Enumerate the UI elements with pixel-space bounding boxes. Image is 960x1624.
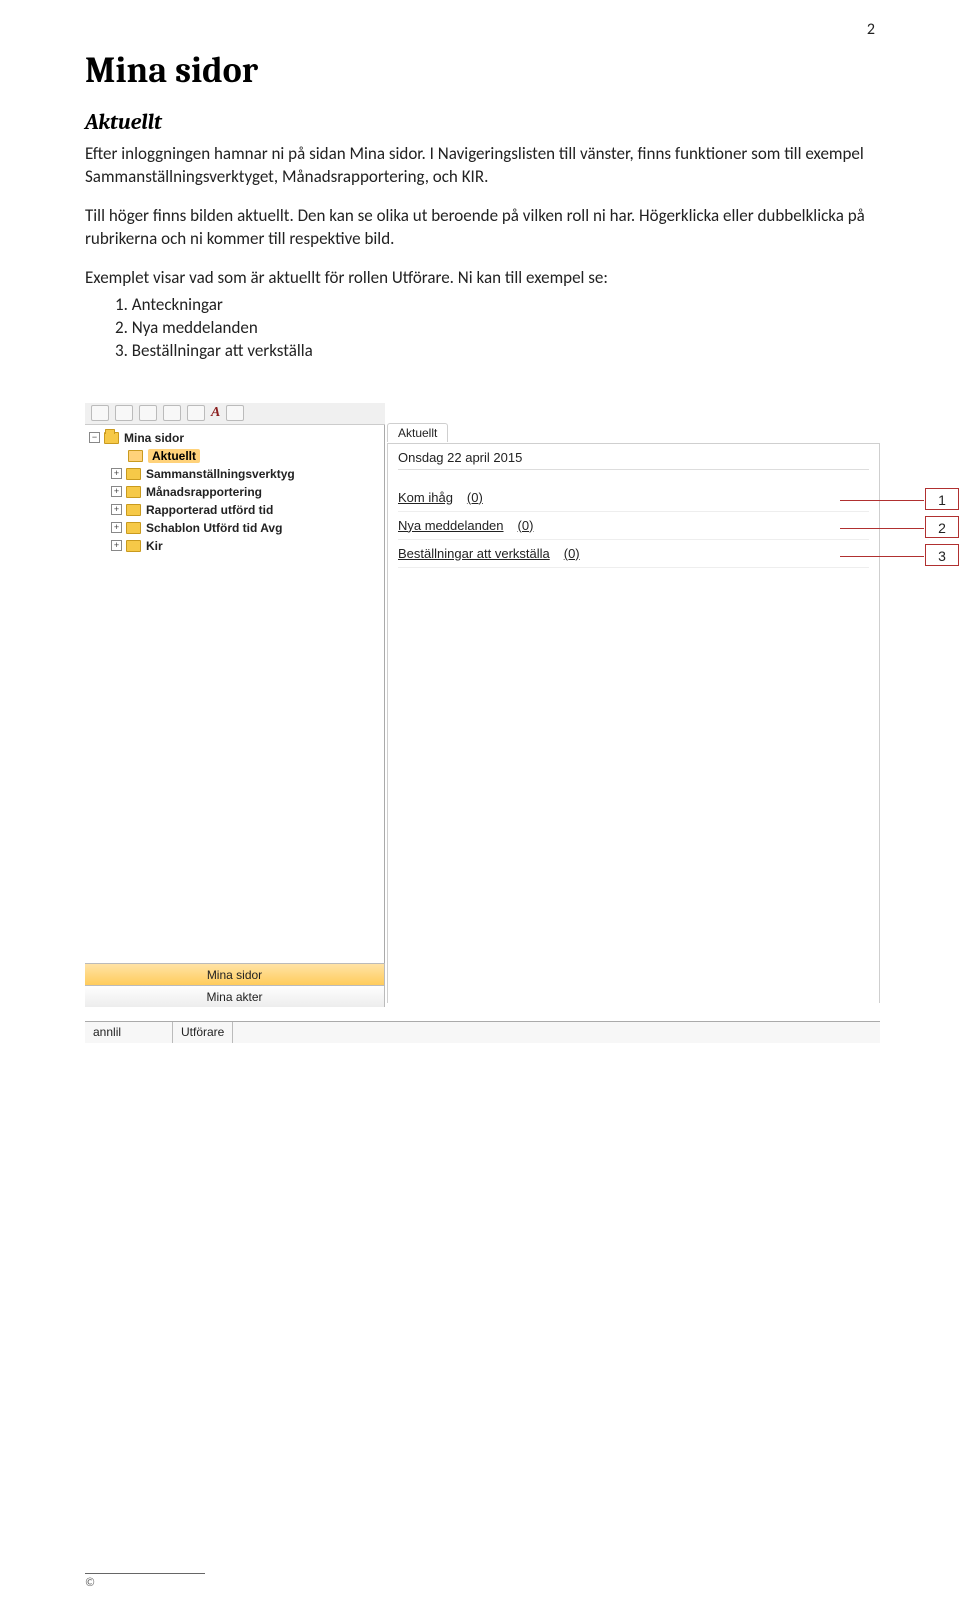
tree-item-manads[interactable]: + Månadsrapportering <box>87 483 382 501</box>
folder-icon <box>126 522 141 534</box>
tree-root[interactable]: − Mina sidor <box>87 429 382 447</box>
toolbar-fancy-a-icon[interactable]: A <box>211 405 220 421</box>
item-bestallningar[interactable]: Beställningar att verkställa (0) <box>398 540 869 568</box>
folder-icon <box>126 504 141 516</box>
folder-icon <box>128 450 143 462</box>
folder-icon <box>126 486 141 498</box>
heading-mina-sidor: Mina sidor <box>85 50 880 91</box>
toolbar-button[interactable] <box>115 405 133 421</box>
embedded-screenshot: A − Mina sidor Aktuellt + Sammanställ <box>85 403 880 1043</box>
subheading-aktuellt: Aktuellt <box>85 109 880 135</box>
toolbar-button[interactable] <box>163 405 181 421</box>
item-label: Nya meddelanden <box>398 518 504 533</box>
nav-tree-panel: − Mina sidor Aktuellt + Sammanställnings… <box>85 425 385 1007</box>
tree-label-root: Mina sidor <box>124 431 184 445</box>
tree-label: Månadsrapportering <box>146 485 262 499</box>
paragraph-intro-3: Exemplet visar vad som är aktuellt för r… <box>85 267 880 290</box>
callout-3: 3 <box>925 544 959 566</box>
view-switcher: Mina sidor Mina akter <box>85 963 385 1007</box>
item-label: Beställningar att verkställa <box>398 546 550 561</box>
paragraph-intro-2: Till höger finns bilden aktuellt. Den ka… <box>85 205 880 251</box>
example-list: 1. Anteckningar 2. Nya meddelanden 3. Be… <box>115 294 880 363</box>
folder-icon <box>126 468 141 480</box>
switch-mina-sidor[interactable]: Mina sidor <box>85 963 385 985</box>
copyright: © <box>85 1573 205 1590</box>
expand-icon[interactable]: + <box>111 504 122 515</box>
item-label: Kom ihåg <box>398 490 453 505</box>
tree-label-aktuellt: Aktuellt <box>148 449 200 463</box>
paragraph-intro-1: Efter inloggningen hamnar ni på sidan Mi… <box>85 143 880 189</box>
toolbar-button[interactable] <box>139 405 157 421</box>
switch-mina-akter[interactable]: Mina akter <box>85 985 385 1007</box>
item-kom-ihag[interactable]: Kom ihåg (0) <box>398 484 869 512</box>
list-item-2: 2. Nya meddelanden <box>115 317 880 340</box>
folder-icon <box>126 540 141 552</box>
tree-item-sammanstallning[interactable]: + Sammanställningsverktyg <box>87 465 382 483</box>
tree-label: Schablon Utförd tid Avg <box>146 521 282 535</box>
expand-icon[interactable]: + <box>111 468 122 479</box>
current-date: Onsdag 22 april 2015 <box>398 450 869 470</box>
page-number: 2 <box>867 20 875 39</box>
item-count: (0) <box>467 490 483 505</box>
tree-label: Rapporterad utförd tid <box>146 503 273 517</box>
callout-group: 1 2 3 <box>925 488 959 566</box>
status-bar: annlil Utförare <box>85 1021 880 1043</box>
tree-label: Kir <box>146 539 163 553</box>
tree-item-schablon[interactable]: + Schablon Utförd tid Avg <box>87 519 382 537</box>
toolbar-button[interactable] <box>91 405 109 421</box>
content-panel: Aktuellt Onsdag 22 april 2015 Kom ihåg (… <box>385 425 880 1007</box>
toolbar-button[interactable] <box>187 405 205 421</box>
item-count: (0) <box>518 518 534 533</box>
expand-icon[interactable]: + <box>111 522 122 533</box>
tree-item-aktuellt[interactable]: Aktuellt <box>87 447 382 465</box>
tree-item-rapporterad[interactable]: + Rapporterad utförd tid <box>87 501 382 519</box>
callout-2: 2 <box>925 516 959 538</box>
item-count: (0) <box>564 546 580 561</box>
expand-icon[interactable]: + <box>111 486 122 497</box>
status-user: annlil <box>85 1022 173 1043</box>
list-item-1: 1. Anteckningar <box>115 294 880 317</box>
tab-aktuellt[interactable]: Aktuellt <box>387 423 448 442</box>
tree-item-kir[interactable]: + Kir <box>87 537 382 555</box>
item-nya-meddelanden[interactable]: Nya meddelanden (0) <box>398 512 869 540</box>
collapse-icon[interactable]: − <box>89 432 100 443</box>
toolbar: A <box>85 403 385 425</box>
expand-icon[interactable]: + <box>111 540 122 551</box>
list-item-3: 3. Beställningar att verkställa <box>115 340 880 363</box>
tree-label: Sammanställningsverktyg <box>146 467 295 481</box>
callout-1: 1 <box>925 488 959 510</box>
folder-icon <box>104 432 119 444</box>
toolbar-button[interactable] <box>226 405 244 421</box>
status-role: Utförare <box>173 1022 233 1043</box>
